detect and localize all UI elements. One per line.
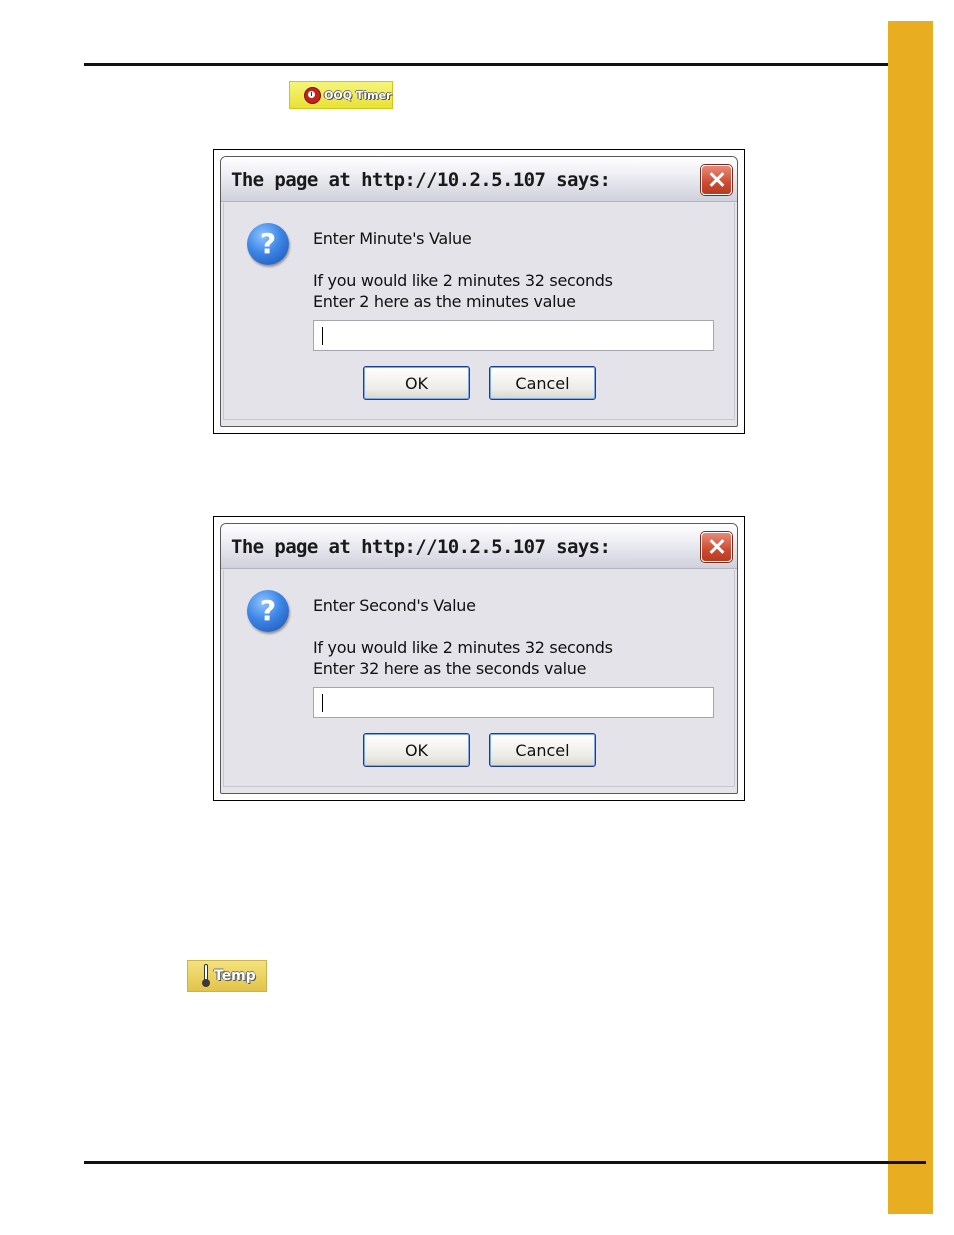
dialog-body: ? Enter Minute's Value If you would like…	[223, 203, 735, 420]
text-caret	[322, 327, 323, 345]
dialog-title: The page at http://10.2.5.107 says:	[231, 169, 611, 191]
close-icon[interactable]	[701, 165, 732, 195]
dialog-titlebar[interactable]: The page at http://10.2.5.107 says:	[221, 524, 737, 569]
seconds-dialog-frame: The page at http://10.2.5.107 says: ? En…	[213, 516, 745, 801]
prompt-line-2: Enter 32 here as the seconds value	[313, 659, 587, 678]
seconds-input[interactable]	[313, 687, 714, 718]
ok-button[interactable]: OK	[363, 366, 470, 400]
prompt-heading: Enter Minute's Value	[313, 229, 472, 248]
prompt-line-1: If you would like 2 minutes 32 seconds	[313, 271, 613, 290]
temp-label: Temp	[214, 968, 256, 984]
dialog-body: ? Enter Second's Value If you would like…	[223, 570, 735, 787]
footer-rule	[84, 1161, 926, 1164]
minutes-input[interactable]	[313, 320, 714, 351]
dialog-title: The page at http://10.2.5.107 says:	[231, 536, 611, 558]
prompt-line-2: Enter 2 here as the minutes value	[313, 292, 576, 311]
ooq-timer-button[interactable]: OOQ Timer	[289, 81, 393, 109]
seconds-dialog: The page at http://10.2.5.107 says: ? En…	[220, 523, 738, 794]
header-rule	[84, 63, 926, 66]
thermometer-icon	[200, 964, 212, 988]
minutes-dialog-frame: The page at http://10.2.5.107 says: ? En…	[213, 149, 745, 434]
close-icon[interactable]	[701, 532, 732, 562]
question-icon: ?	[247, 223, 289, 265]
side-tab	[888, 21, 933, 1214]
question-icon: ?	[247, 590, 289, 632]
cancel-button[interactable]: Cancel	[489, 366, 596, 400]
ok-button[interactable]: OK	[363, 733, 470, 767]
prompt-heading: Enter Second's Value	[313, 596, 476, 615]
dialog-titlebar[interactable]: The page at http://10.2.5.107 says:	[221, 157, 737, 202]
text-caret	[322, 694, 323, 712]
clock-icon	[304, 86, 321, 104]
prompt-line-1: If you would like 2 minutes 32 seconds	[313, 638, 613, 657]
cancel-button[interactable]: Cancel	[489, 733, 596, 767]
ooq-timer-label: OOQ Timer	[324, 88, 392, 102]
minutes-dialog: The page at http://10.2.5.107 says: ? En…	[220, 156, 738, 427]
temp-button[interactable]: Temp	[187, 960, 267, 992]
